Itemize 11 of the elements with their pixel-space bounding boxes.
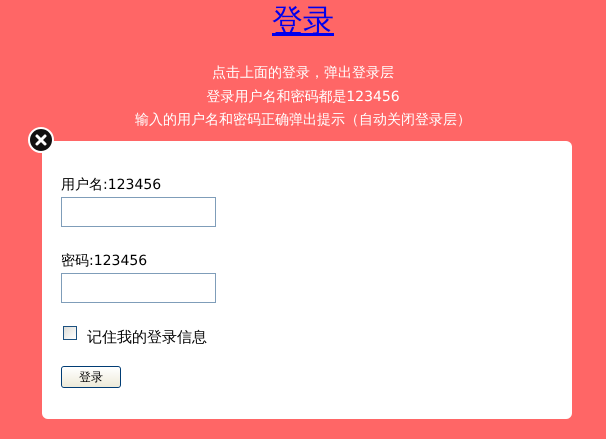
- close-icon[interactable]: [28, 127, 54, 153]
- instruction-text: 登录用户名和密码都是123456: [206, 88, 400, 106]
- password-label: 密码:123456: [61, 252, 148, 270]
- password-input[interactable]: [61, 273, 216, 303]
- username-input[interactable]: [61, 197, 216, 227]
- login-button[interactable]: 登录: [61, 366, 121, 388]
- remember-checkbox[interactable]: [63, 326, 77, 340]
- instruction-text: 点击上面的登录，弹出登录层: [212, 64, 394, 83]
- instruction-text: 输入的用户名和密码正确弹出提示（自动关闭登录层）: [135, 111, 471, 130]
- remember-label: 记住我的登录信息: [87, 328, 207, 346]
- username-label: 用户名:123456: [61, 176, 162, 194]
